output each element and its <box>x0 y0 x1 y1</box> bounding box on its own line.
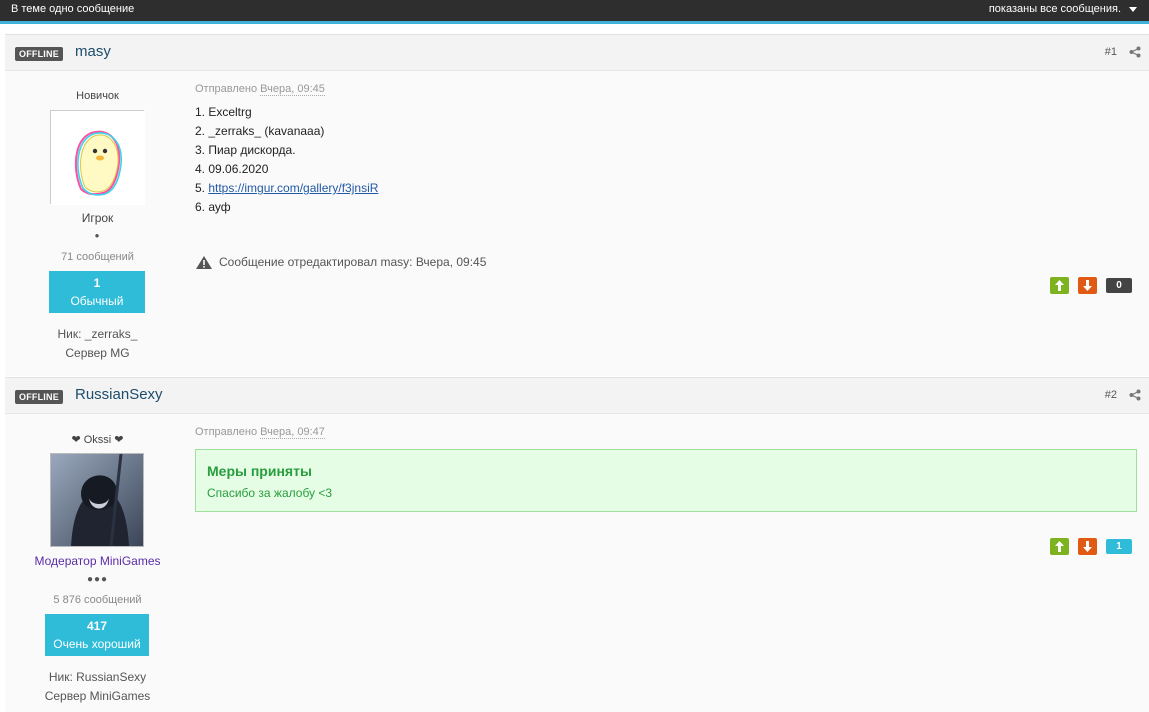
post-number-link[interactable]: #1 <box>1105 46 1117 58</box>
share-icon[interactable] <box>1129 46 1141 58</box>
server-field: Сервер MG <box>65 346 130 360</box>
vote-down-button[interactable] <box>1078 277 1097 294</box>
edited-note-text: Сообщение отредактировал masy: Вчера, 09… <box>219 255 487 269</box>
list-item: 3. Пиар дискорда. <box>195 143 296 157</box>
author-name-link[interactable]: masy <box>75 43 111 60</box>
vote-score: 0 <box>1106 278 1132 293</box>
posted-when[interactable]: Вчера, 09:45 <box>260 83 325 96</box>
reputation-value: 417 <box>86 619 108 633</box>
topic-info-bar: В теме одно сообщение показаны все сообщ… <box>0 0 1149 24</box>
chevron-down-icon <box>1129 6 1137 12</box>
imgur-link[interactable]: https://imgur.com/gallery/f3jnsiR <box>208 181 378 195</box>
post-content: Отправлено Вчера, 09:47 <box>195 426 1135 439</box>
status-badge: OFFLINE <box>15 390 63 404</box>
status-badge: OFFLINE <box>15 47 63 61</box>
list-item: 2. _zerraks_ (kavanaaa) <box>195 124 325 138</box>
list-item: 5. https://imgur.com/gallery/f3jnsiR <box>195 179 1135 198</box>
posted-date: Отправлено Вчера, 09:45 <box>195 83 1135 96</box>
post-body: 1. Exceltrg 2. _zerraks_ (kavanaaa) 3. П… <box>195 103 1135 217</box>
share-icon[interactable] <box>1129 389 1141 401</box>
post-filter-label: показаны все сообщения. <box>988 3 1121 15</box>
list-item: 6. ауф <box>195 200 231 214</box>
avatar-image <box>51 111 145 205</box>
reputation-box: 417 Очень хороший <box>45 614 149 656</box>
edited-note: Сообщение отредактировал masy: Вчера, 09… <box>195 255 486 270</box>
post-1: OFFLINE masy #1 Новичок Игрок ● 71 сообщ… <box>5 34 1149 376</box>
notice-text: Спасибо за жалобу <3 <box>207 486 333 500</box>
nick-field: Ник: _zerraks_ <box>57 327 138 341</box>
server-field: Сервер MiniGames <box>44 689 151 703</box>
vote-down-button[interactable] <box>1078 538 1097 555</box>
post-header: OFFLINE masy #1 <box>5 35 1149 71</box>
user-title: ❤ Okssi ❤ <box>71 434 124 446</box>
arrow-up-icon <box>1055 280 1064 291</box>
reputation-value: 1 <box>93 276 101 290</box>
avatar[interactable] <box>50 453 144 547</box>
user-role: Игрок <box>5 211 190 225</box>
arrow-down-icon <box>1083 280 1092 291</box>
post-number-link[interactable]: #2 <box>1105 389 1117 401</box>
reputation-label: Обычный <box>70 294 124 308</box>
post-filter-dropdown[interactable]: показаны все сообщения. <box>989 3 1137 15</box>
message-count: 71 сообщений <box>61 251 134 263</box>
avatar-image <box>51 453 143 547</box>
reputation-box: 1 Обычный <box>49 271 145 313</box>
user-title: Новичок <box>76 90 119 102</box>
posted-when[interactable]: Вчера, 09:47 <box>260 426 325 439</box>
avatar[interactable] <box>50 110 145 205</box>
reputation-label: Очень хороший <box>53 637 141 651</box>
topic-post-count: В теме одно сообщение <box>11 3 135 15</box>
author-name-link[interactable]: RussianSexy <box>75 386 163 403</box>
rank-dots: ● <box>94 231 101 240</box>
post-header: OFFLINE RussianSexy #2 <box>5 378 1149 414</box>
rank-dots: ●●● <box>86 574 109 585</box>
vote-up-button[interactable] <box>1050 538 1069 555</box>
vote-score: 1 <box>1106 539 1132 554</box>
user-role-label: Игрок <box>81 211 114 225</box>
nick-field: Ник: RussianSexy <box>48 670 147 684</box>
arrow-down-icon <box>1083 541 1092 552</box>
notice-title: Меры приняты <box>207 463 312 479</box>
message-count: 5 876 сообщений <box>53 594 142 606</box>
user-role: Модератор MiniGames <box>5 554 190 568</box>
user-role-label: Модератор MiniGames <box>34 554 161 568</box>
moderation-notice: Меры приняты Спасибо за жалобу <3 <box>195 449 1137 512</box>
posted-prefix: Отправлено <box>195 426 258 438</box>
posted-prefix: Отправлено <box>195 83 258 95</box>
posted-date: Отправлено Вчера, 09:47 <box>195 426 1135 439</box>
post-2: OFFLINE RussianSexy #2 ❤ Okssi ❤ Модерат… <box>5 377 1149 712</box>
vote-up-button[interactable] <box>1050 277 1069 294</box>
arrow-up-icon <box>1055 541 1064 552</box>
list-item: 1. Exceltrg <box>195 105 252 119</box>
list-item-number: 5. <box>195 181 209 195</box>
warning-icon <box>196 256 212 270</box>
post-content: Отправлено Вчера, 09:45 1. Exceltrg 2. _… <box>195 83 1135 217</box>
list-item: 4. 09.06.2020 <box>195 162 269 176</box>
